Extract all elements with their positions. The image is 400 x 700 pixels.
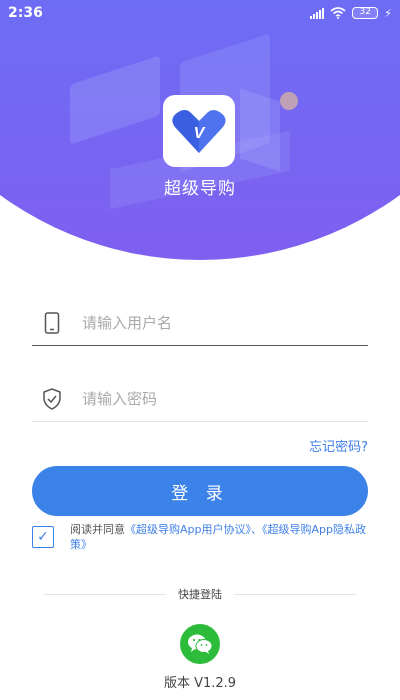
- logo-letter: V: [194, 125, 206, 142]
- agreement-prefix: 阅读并同意: [70, 523, 125, 536]
- divider-line: [234, 593, 356, 595]
- quick-login-divider: 快捷登陆: [44, 586, 356, 602]
- decor-dot: [280, 92, 298, 110]
- shield-check-icon: [32, 387, 72, 410]
- user-agreement-link[interactable]: 《超级导购App用户协议》: [125, 523, 251, 536]
- forgot-password-link[interactable]: 忘记密码?: [309, 436, 368, 455]
- agreement-row: ✓ 阅读并同意《超级导购App用户协议》、《超级导购App隐私政策》: [32, 522, 368, 552]
- username-field[interactable]: [32, 300, 368, 346]
- app-logo: V: [163, 95, 235, 167]
- agreement-text: 阅读并同意《超级导购App用户协议》、《超级导购App隐私政策》: [70, 522, 368, 552]
- agreement-separator: 、: [251, 523, 262, 536]
- quick-login-label: 快捷登陆: [178, 588, 222, 601]
- password-input[interactable]: [72, 389, 368, 408]
- phone-icon: [32, 311, 72, 334]
- signal-icon: [310, 7, 325, 19]
- divider-line: [44, 593, 166, 595]
- wechat-login-button[interactable]: [180, 624, 220, 664]
- wechat-icon: [188, 634, 213, 654]
- heart-logo-icon: V: [172, 110, 226, 153]
- checkmark-icon: ✓: [37, 529, 49, 545]
- app-name: 超级导购: [164, 179, 236, 199]
- login-button[interactable]: 登 录: [32, 466, 368, 516]
- battery-icon: 32: [352, 7, 379, 19]
- status-bar: 2:36 32 ⚡: [0, 0, 400, 26]
- agreement-checkbox[interactable]: ✓: [32, 526, 54, 548]
- charging-icon: ⚡: [384, 6, 392, 20]
- app-version: 版本 V1.2.9: [163, 676, 237, 691]
- username-input[interactable]: [72, 313, 368, 332]
- status-icons: 32 ⚡: [310, 7, 392, 20]
- wifi-icon: [330, 7, 346, 19]
- password-field[interactable]: [32, 376, 368, 422]
- status-time: 2:36: [8, 5, 43, 21]
